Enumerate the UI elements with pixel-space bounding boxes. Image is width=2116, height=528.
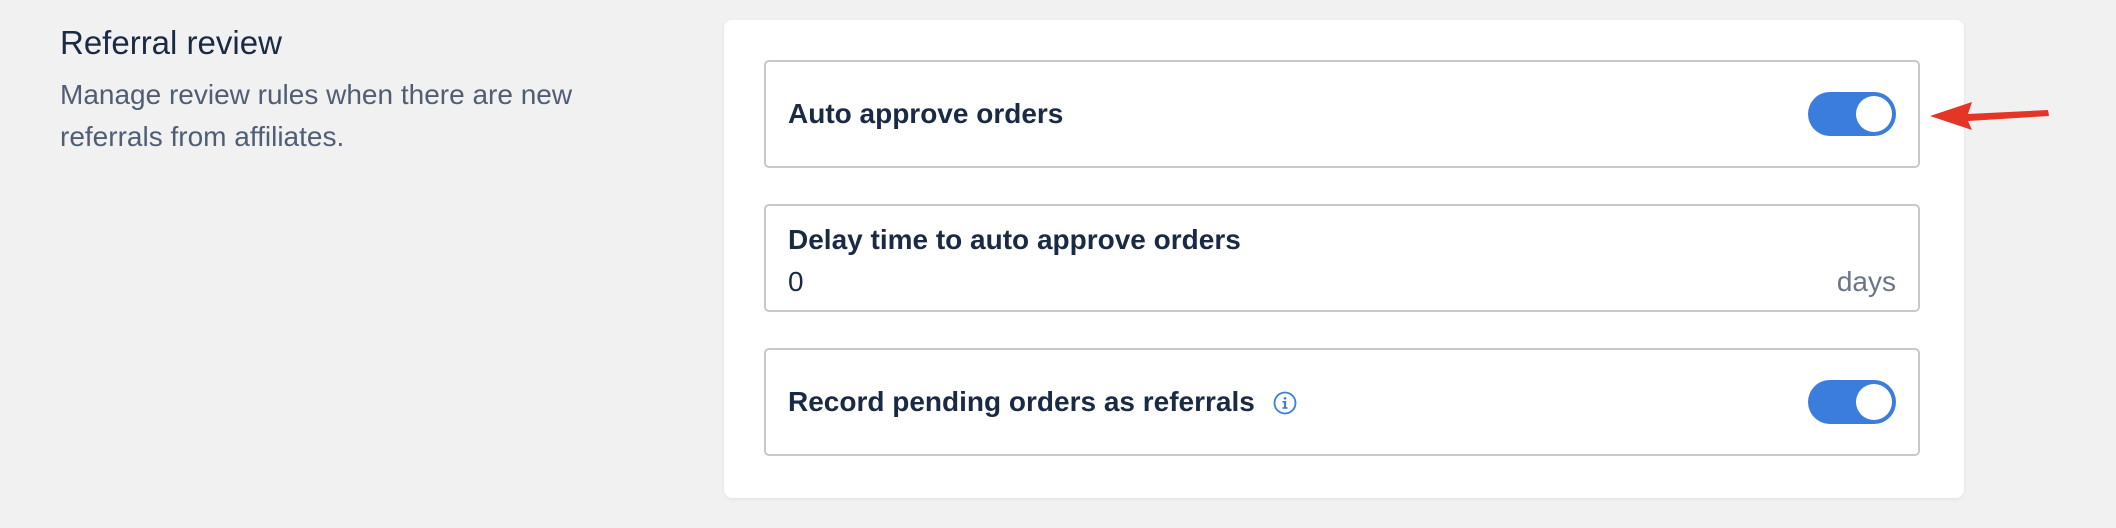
settings-card: Auto approve orders Delay time to auto a… bbox=[724, 20, 1964, 498]
section-description: Manage review rules when there are new r… bbox=[60, 79, 573, 152]
record-pending-label-text: Record pending orders as referrals bbox=[788, 386, 1255, 417]
delay-unit: days bbox=[1836, 266, 1896, 297]
auto-approve-toggle[interactable] bbox=[1808, 92, 1896, 136]
record-pending-toggle[interactable] bbox=[1808, 380, 1896, 424]
auto-approve-row: Auto approve orders bbox=[764, 60, 1920, 168]
toggle-knob bbox=[1856, 384, 1892, 420]
record-pending-label: Record pending orders as referrals bbox=[788, 386, 1297, 418]
section-title: Referral review bbox=[60, 24, 282, 61]
delay-input[interactable] bbox=[788, 264, 1788, 300]
auto-approve-label-text: Auto approve orders bbox=[788, 98, 1064, 129]
info-icon[interactable] bbox=[1273, 390, 1297, 415]
delay-row: Delay time to auto approve orders days bbox=[764, 204, 1920, 312]
record-pending-row: Record pending orders as referrals bbox=[764, 348, 1920, 456]
toggle-knob bbox=[1856, 96, 1892, 132]
annotation-arrow-icon bbox=[1930, 102, 2049, 130]
section-header: Referral review Manage review rules when… bbox=[60, 22, 660, 158]
delay-label: Delay time to auto approve orders bbox=[788, 224, 1241, 255]
auto-approve-label: Auto approve orders bbox=[788, 98, 1063, 130]
